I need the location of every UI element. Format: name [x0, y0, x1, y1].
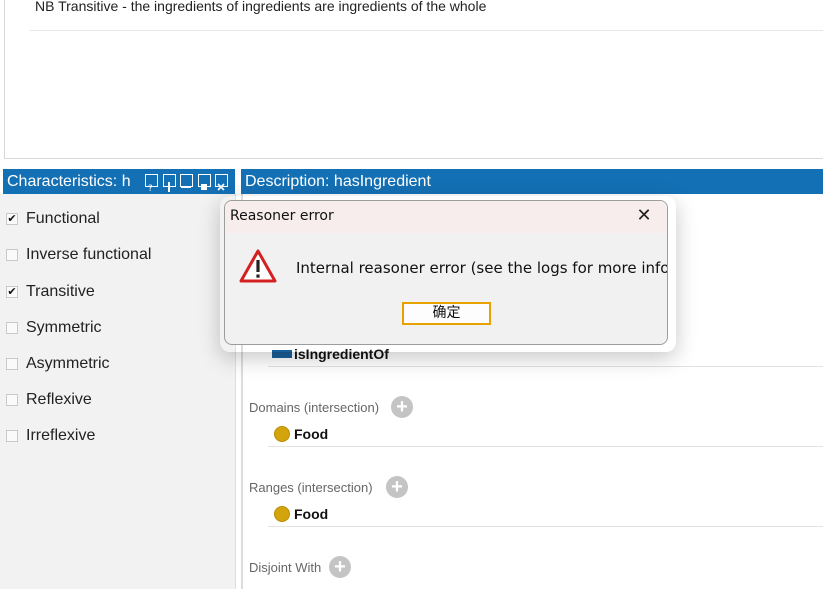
characteristics-title: Characteristics: h — [7, 173, 131, 190]
checkbox[interactable]: ✔ — [6, 286, 18, 298]
warning-icon — [239, 249, 277, 283]
characteristics-header: Characteristics: h ? — [3, 169, 235, 194]
reasoner-error-dialog: Reasoner error ✕ Internal reasoner error… — [224, 200, 668, 345]
divider — [268, 366, 823, 367]
divider — [268, 526, 823, 527]
divider — [268, 446, 823, 447]
add-domain-button[interactable]: + — [391, 396, 413, 418]
maximize-icon[interactable] — [198, 174, 211, 190]
characteristic-label: Transitive — [26, 283, 95, 300]
divider — [4, 0, 5, 159]
dialog-titlebar[interactable]: Reasoner error ✕ — [225, 201, 667, 233]
annotation-area: NB Transitive - the ingredients of ingre… — [0, 0, 823, 162]
divider — [4, 158, 823, 159]
close-icon[interactable] — [215, 174, 228, 191]
dialog-message: Internal reasoner error (see the logs fo… — [296, 259, 668, 277]
svg-text:?: ? — [148, 184, 153, 192]
characteristics-panel: ✔ Functional Inverse functional ✔ Transi… — [0, 194, 236, 589]
split-horizontal-icon[interactable] — [180, 174, 193, 188]
close-icon[interactable]: ✕ — [633, 205, 655, 227]
checkbox[interactable] — [6, 430, 18, 442]
characteristic-label: Reflexive — [26, 391, 92, 408]
checkbox[interactable]: ✔ — [6, 213, 18, 225]
characteristic-label: Functional — [26, 210, 100, 227]
description-header: Description: hasIngredient — [241, 169, 823, 194]
checkbox[interactable] — [6, 249, 18, 261]
disjoint-with-label: Disjoint With — [249, 560, 322, 575]
class-icon — [274, 426, 290, 442]
checkbox[interactable] — [6, 322, 18, 334]
dialog-title: Reasoner error — [230, 208, 334, 224]
add-disjoint-button[interactable]: + — [329, 556, 351, 578]
characteristic-label: Irreflexive — [26, 427, 96, 444]
checkbox[interactable] — [6, 358, 18, 370]
domains-label: Domains (intersection) — [249, 400, 380, 415]
domain-entry[interactable]: Food — [294, 426, 328, 442]
ranges-label: Ranges (intersection) — [249, 480, 373, 495]
annotation-text[interactable]: NB Transitive - the ingredients of ingre… — [35, 0, 486, 14]
checkbox[interactable] — [6, 394, 18, 406]
split-vertical-icon[interactable] — [163, 174, 176, 192]
divider — [30, 30, 823, 31]
characteristic-label: Inverse functional — [26, 246, 152, 263]
help-icon[interactable]: ? — [145, 174, 158, 194]
add-range-button[interactable]: + — [386, 476, 408, 498]
characteristic-label: Symmetric — [26, 319, 102, 336]
class-icon — [274, 506, 290, 522]
description-title: Description: hasIngredient — [245, 173, 431, 190]
range-entry[interactable]: Food — [294, 506, 328, 522]
ok-button[interactable]: 确定 — [402, 302, 491, 325]
characteristic-label: Asymmetric — [26, 355, 110, 372]
